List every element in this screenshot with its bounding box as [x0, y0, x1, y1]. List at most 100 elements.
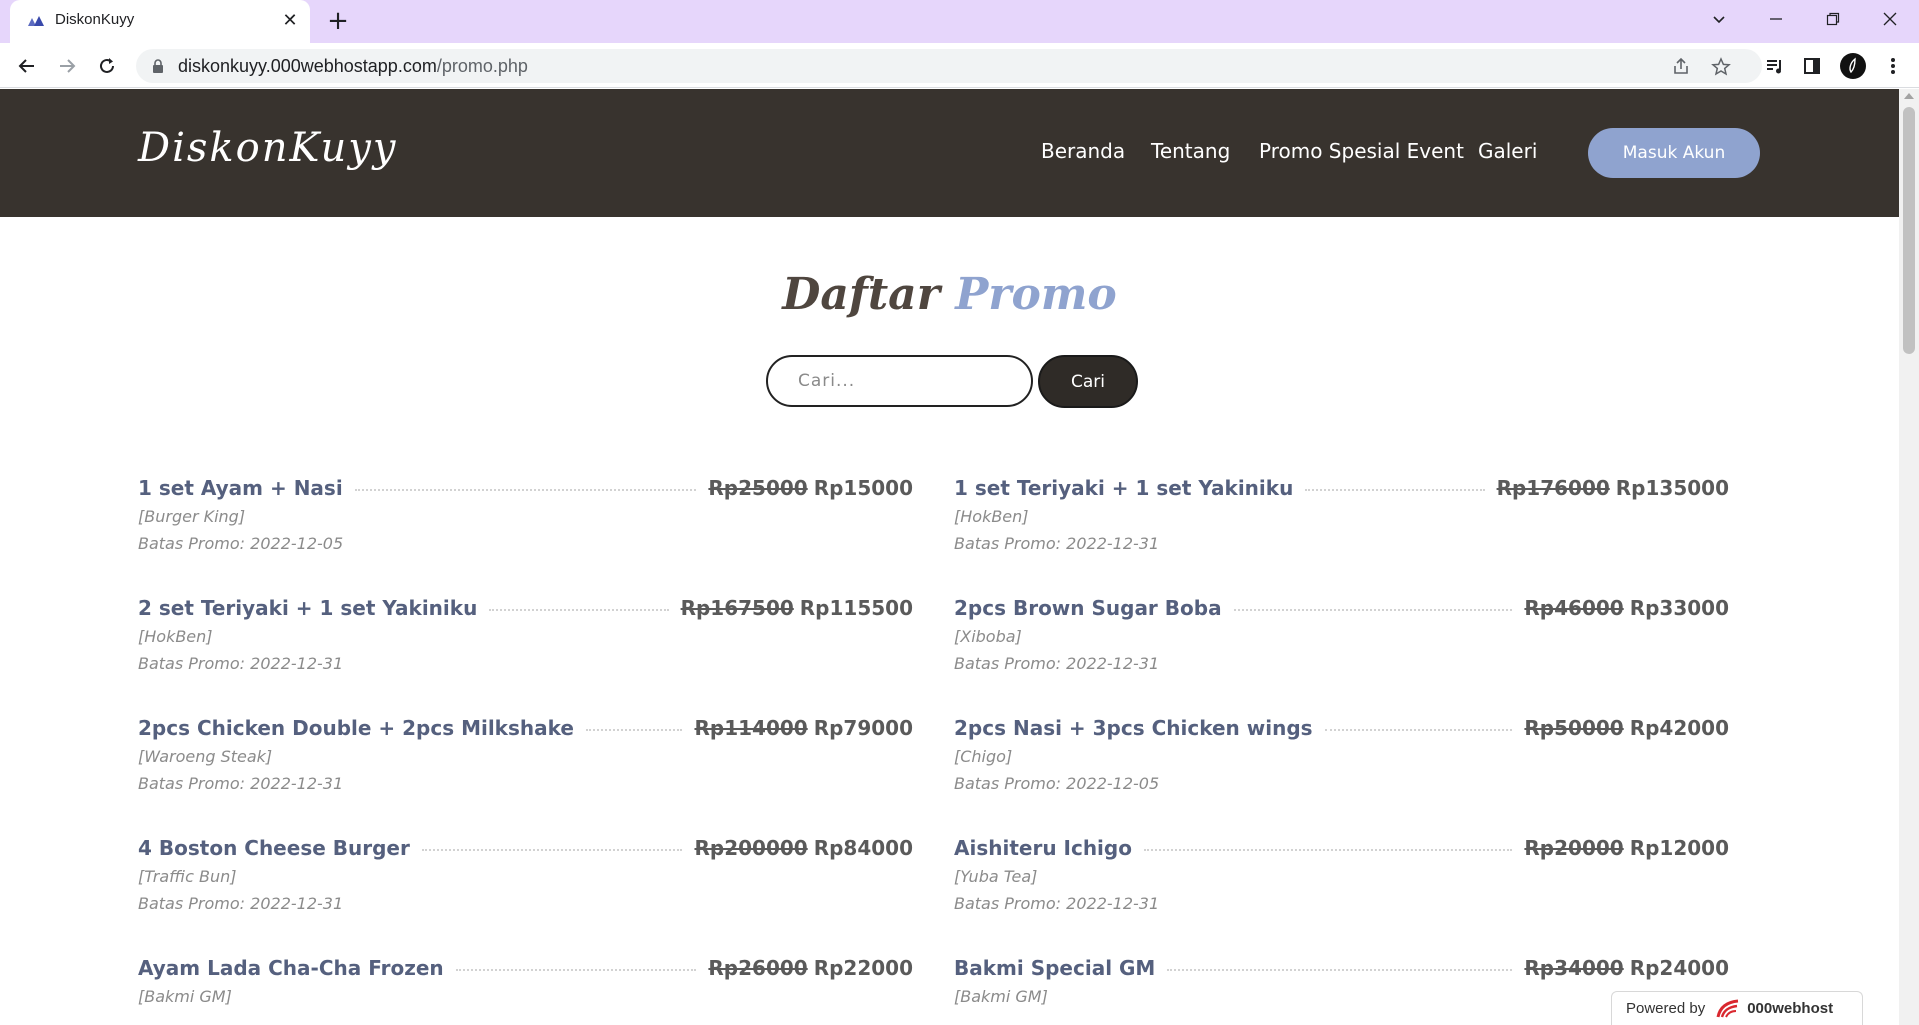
- powered-by-badge[interactable]: Powered by 000webhost: [1611, 991, 1863, 1025]
- promo-header: 2 set Teriyaki + 1 set Yakiniku Rp167500…: [138, 593, 913, 623]
- dotted-leader: [354, 489, 697, 491]
- star-icon[interactable]: [1710, 56, 1732, 78]
- promo-name: Ayam Lada Cha-Cha Frozen: [138, 956, 444, 980]
- promo-header: 2pcs Nasi + 3pcs Chicken wings Rp50000 R…: [954, 713, 1729, 743]
- share-icon[interactable]: [1670, 56, 1692, 78]
- webhost-logo-icon: [1716, 999, 1739, 1017]
- promo-header: 2pcs Brown Sugar Boba Rp46000 Rp33000: [954, 593, 1729, 623]
- promo-item[interactable]: 1 set Ayam + Nasi Rp25000 Rp15000 [Burge…: [138, 473, 913, 583]
- price-new: Rp135000: [1615, 476, 1729, 500]
- promo-name: 2pcs Brown Sugar Boba: [954, 596, 1222, 620]
- forward-icon[interactable]: [54, 53, 80, 79]
- tab-title: DiskonKuyy: [55, 11, 135, 28]
- dotted-leader: [1143, 849, 1513, 851]
- page-title: Daftar Promo: [0, 269, 1899, 320]
- promo-item[interactable]: Ayam Lada Cha-Cha Frozen Rp26000 Rp22000…: [138, 953, 913, 1025]
- restore-button[interactable]: [1805, 0, 1861, 38]
- promo-deadline: Batas Promo: 2022-12-31: [954, 894, 1160, 913]
- price-old: Rp114000: [694, 716, 808, 740]
- search-input[interactable]: [766, 355, 1033, 407]
- price-new: Rp12000: [1629, 836, 1729, 860]
- price-new: Rp79000: [813, 716, 913, 740]
- promo-store: [Bakmi GM]: [954, 987, 1048, 1006]
- page-title-word-2: Promo: [955, 269, 1117, 320]
- promo-item[interactable]: 4 Boston Cheese Burger Rp200000 Rp84000 …: [138, 833, 913, 943]
- lock-icon: [153, 59, 163, 73]
- nav-promo-spesial-event[interactable]: Promo Spesial Event: [1259, 139, 1464, 163]
- page-viewport: DiskonKuyy Beranda Tentang Promo Spesial…: [0, 89, 1899, 1025]
- dotted-leader: [1324, 729, 1513, 731]
- promo-deadline: Batas Promo: 2022-12-31: [138, 654, 344, 673]
- nav-galeri[interactable]: Galeri: [1478, 139, 1537, 163]
- promo-deadline: Batas Promo: 2022-12-05: [138, 534, 344, 553]
- browser-tab-strip: DiskonKuyy ✕ +: [0, 0, 1919, 43]
- promo-store: [Bakmi GM]: [138, 987, 232, 1006]
- scrollbar-thumb[interactable]: [1903, 107, 1915, 354]
- new-tab-button[interactable]: +: [324, 8, 352, 36]
- promo-header: Ayam Lada Cha-Cha Frozen Rp26000 Rp22000: [138, 953, 913, 983]
- nav-tentang[interactable]: Tentang: [1151, 139, 1230, 163]
- promo-item[interactable]: 2pcs Chicken Double + 2pcs Milkshake Rp1…: [138, 713, 913, 823]
- promo-name: 2 set Teriyaki + 1 set Yakiniku: [138, 596, 478, 620]
- dotted-leader: [1233, 609, 1513, 611]
- reload-icon[interactable]: [94, 53, 120, 79]
- price-new: Rp15000: [813, 476, 913, 500]
- url-text: diskonkuyy.000webhostapp.com/promo.php: [178, 56, 528, 77]
- promo-store: [Xiboba]: [954, 627, 1022, 646]
- tab-search-icon[interactable]: [1691, 0, 1747, 38]
- dotted-leader: [455, 969, 697, 971]
- promo-store: [Yuba Tea]: [954, 867, 1038, 886]
- price-old: Rp46000: [1524, 596, 1624, 620]
- promo-item[interactable]: 2pcs Nasi + 3pcs Chicken wings Rp50000 R…: [954, 713, 1729, 823]
- promo-header: 2pcs Chicken Double + 2pcs Milkshake Rp1…: [138, 713, 913, 743]
- dotted-leader: [1305, 489, 1485, 491]
- promo-header: Bakmi Special GM Rp34000 Rp24000: [954, 953, 1729, 983]
- browser-tab[interactable]: DiskonKuyy ✕: [10, 0, 310, 43]
- promo-header: Aishiteru Ichigo Rp20000 Rp12000: [954, 833, 1729, 863]
- promo-name: Aishiteru Ichigo: [954, 836, 1132, 860]
- price-old: Rp34000: [1524, 956, 1624, 980]
- url-host: diskonkuyy.000webhostapp.com: [178, 56, 437, 76]
- address-bar[interactable]: diskonkuyy.000webhostapp.com/promo.php: [136, 49, 1762, 83]
- promo-deadline: Batas Promo: 2022-12-05: [954, 774, 1160, 793]
- promo-item[interactable]: 2 set Teriyaki + 1 set Yakiniku Rp167500…: [138, 593, 913, 703]
- promo-name: 4 Boston Cheese Burger: [138, 836, 410, 860]
- close-window-button[interactable]: [1862, 0, 1918, 38]
- sidepanel-icon[interactable]: [1799, 53, 1825, 79]
- nav-beranda[interactable]: Beranda: [1041, 139, 1125, 163]
- price-old: Rp167500: [680, 596, 794, 620]
- search-button[interactable]: Cari: [1038, 355, 1138, 408]
- price-old: Rp200000: [694, 836, 808, 860]
- site-favicon-icon: [28, 16, 44, 26]
- price-new: Rp115500: [799, 596, 913, 620]
- profile-icon[interactable]: [1840, 53, 1866, 79]
- promo-store: [Burger King]: [138, 507, 246, 526]
- price-old: Rp50000: [1524, 716, 1624, 740]
- scroll-up-arrow-icon[interactable]: [1904, 93, 1914, 99]
- login-button[interactable]: Masuk Akun: [1588, 128, 1760, 178]
- price-new: Rp84000: [813, 836, 913, 860]
- price-old: Rp20000: [1524, 836, 1624, 860]
- minimize-button[interactable]: [1748, 0, 1804, 38]
- promo-deadline: Batas Promo: 2022-12-31: [954, 654, 1160, 673]
- promo-item[interactable]: Aishiteru Ichigo Rp20000 Rp12000 [Yuba T…: [954, 833, 1729, 943]
- site-logo[interactable]: DiskonKuyy: [138, 125, 397, 171]
- dotted-leader: [1167, 969, 1513, 971]
- promo-name: 2pcs Chicken Double + 2pcs Milkshake: [138, 716, 574, 740]
- site-header: DiskonKuyy Beranda Tentang Promo Spesial…: [0, 89, 1899, 217]
- price-old: Rp26000: [708, 956, 808, 980]
- promo-deadline: Batas Promo: 2022-12-31: [138, 774, 344, 793]
- promo-store: [Traffic Bun]: [138, 867, 237, 886]
- page-scrollbar[interactable]: [1899, 89, 1919, 1025]
- powered-by-label: Powered by: [1626, 1000, 1706, 1017]
- tab-close-icon[interactable]: ✕: [280, 11, 300, 31]
- promo-store: [HokBen]: [138, 627, 213, 646]
- promo-header: 1 set Teriyaki + 1 set Yakiniku Rp176000…: [954, 473, 1729, 503]
- promo-header: 1 set Ayam + Nasi Rp25000 Rp15000: [138, 473, 913, 503]
- menu-icon[interactable]: [1880, 53, 1906, 79]
- promo-item[interactable]: 2pcs Brown Sugar Boba Rp46000 Rp33000 [X…: [954, 593, 1729, 703]
- promo-item[interactable]: 1 set Teriyaki + 1 set Yakiniku Rp176000…: [954, 473, 1729, 583]
- back-icon[interactable]: [14, 53, 40, 79]
- promo-store: [Waroeng Steak]: [138, 747, 273, 766]
- media-icon[interactable]: [1762, 53, 1788, 79]
